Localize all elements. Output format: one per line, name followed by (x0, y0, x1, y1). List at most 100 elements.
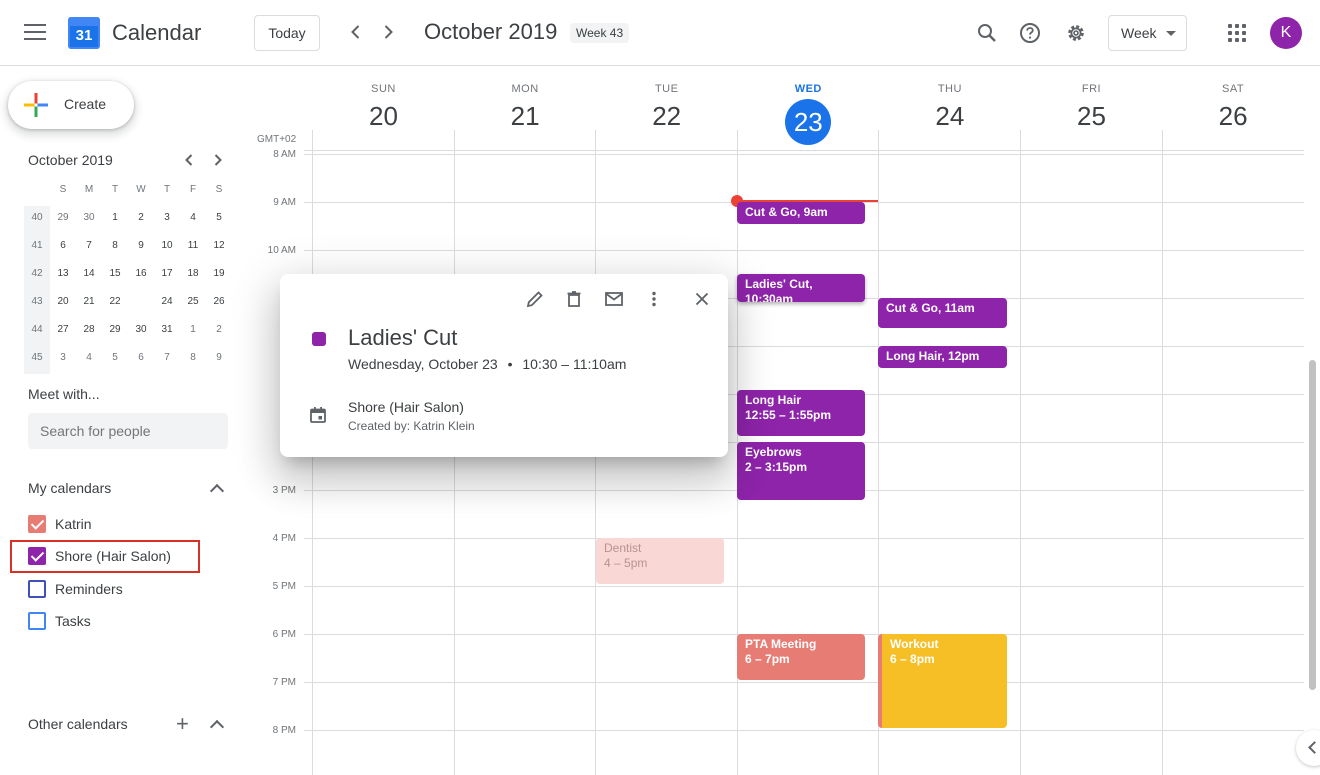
day-number[interactable]: 25 (1021, 103, 1162, 129)
mini-day[interactable]: 19 (206, 262, 232, 290)
mini-day[interactable]: 4 (76, 346, 102, 374)
collapse-my-calendars-icon[interactable] (209, 483, 225, 499)
mini-day[interactable]: 11 (180, 234, 206, 262)
event-cut-go-thu[interactable]: Cut & Go, 11am (878, 298, 1007, 328)
edit-pencil-icon[interactable] (524, 288, 546, 310)
mini-day[interactable]: 8 (102, 234, 128, 262)
mini-day[interactable]: 2 (128, 206, 154, 234)
add-other-calendar-icon[interactable]: + (176, 713, 189, 735)
mini-week-number[interactable]: 40 (24, 206, 50, 234)
mini-day[interactable]: 30 (76, 206, 102, 234)
collapse-other-calendars-icon[interactable] (209, 719, 225, 735)
day-header-wed[interactable]: WED 23 (738, 83, 879, 145)
settings-gear-icon[interactable] (1065, 22, 1087, 44)
mini-prev-month-icon[interactable] (182, 151, 196, 174)
day-header-thu[interactable]: THU 24 (879, 83, 1020, 129)
next-week-icon[interactable] (378, 22, 398, 47)
mini-day[interactable]: 3 (154, 206, 180, 234)
event-long-hair-wed[interactable]: Long Hair 12:55 – 1:55pm (737, 390, 865, 436)
mini-day[interactable]: 5 (102, 346, 128, 374)
calendar-checkbox[interactable] (28, 612, 46, 630)
mini-day[interactable]: 18 (180, 262, 206, 290)
account-avatar[interactable]: K (1270, 17, 1302, 49)
event-pta-meeting[interactable]: PTA Meeting 6 – 7pm (737, 634, 865, 680)
mini-day[interactable]: 9 (128, 234, 154, 262)
day-number[interactable]: 20 (313, 103, 454, 129)
mini-day[interactable]: 20 (50, 290, 76, 318)
day-header-fri[interactable]: FRI 25 (1021, 83, 1162, 129)
mini-day[interactable]: 4 (180, 206, 206, 234)
mini-day[interactable]: 13 (50, 262, 76, 290)
mini-day[interactable]: 24 (154, 290, 180, 318)
calendar-checkbox[interactable] (28, 515, 46, 533)
mini-day[interactable]: 8 (180, 346, 206, 374)
event-long-hair-thu[interactable]: Long Hair, 12pm (878, 346, 1007, 368)
mini-day[interactable]: 15 (102, 262, 128, 290)
main-menu-icon[interactable] (24, 24, 46, 42)
help-icon[interactable] (1019, 22, 1041, 44)
mini-week-number[interactable]: 41 (24, 234, 50, 262)
mini-day[interactable]: 22 (102, 290, 128, 318)
prev-week-icon[interactable] (346, 22, 366, 47)
event-workout[interactable]: Workout 6 – 8pm (878, 634, 1007, 728)
mini-day[interactable]: 9 (206, 346, 232, 374)
day-header-sat[interactable]: SAT 26 (1163, 83, 1304, 129)
mini-day[interactable]: 5 (206, 206, 232, 234)
mini-day[interactable]: 1 (102, 206, 128, 234)
mini-day[interactable]: 12 (206, 234, 232, 262)
event-eyebrows[interactable]: Eyebrows 2 – 3:15pm (737, 442, 865, 500)
day-header-tue[interactable]: TUE 22 (596, 83, 737, 129)
day-number[interactable]: 24 (879, 103, 1020, 129)
more-options-icon[interactable] (643, 288, 665, 310)
mini-week-number[interactable]: 42 (24, 262, 50, 290)
event-dentist[interactable]: Dentist 4 – 5pm (596, 538, 724, 584)
mini-day[interactable]: 10 (154, 234, 180, 262)
create-button[interactable]: Create (8, 81, 134, 129)
mini-week-number[interactable]: 45 (24, 346, 50, 374)
mini-day[interactable]: 14 (76, 262, 102, 290)
event-ladies-cut-wed[interactable]: Ladies' Cut, 10:30am (737, 274, 865, 302)
calendar-checkbox[interactable] (28, 580, 46, 598)
delete-trash-icon[interactable] (563, 288, 585, 310)
mini-day[interactable]: 29 (102, 318, 128, 346)
mini-day[interactable]: 2 (206, 318, 232, 346)
mini-day[interactable]: 16 (128, 262, 154, 290)
google-apps-icon[interactable] (1228, 24, 1246, 42)
mini-next-month-icon[interactable] (211, 151, 225, 174)
mini-day[interactable]: 27 (50, 318, 76, 346)
day-header-mon[interactable]: MON 21 (455, 83, 596, 129)
mini-day[interactable]: 7 (76, 234, 102, 262)
mini-day[interactable]: 28 (76, 318, 102, 346)
event-title: Ladies' Cut (348, 325, 458, 350)
mini-day[interactable]: 26 (206, 290, 232, 318)
day-header-sun[interactable]: SUN 20 (313, 83, 454, 129)
day-number[interactable]: 21 (455, 103, 596, 129)
vertical-scrollbar[interactable] (1309, 360, 1316, 690)
mini-day[interactable]: 3 (50, 346, 76, 374)
mini-day[interactable]: 29 (50, 206, 76, 234)
search-icon[interactable] (976, 22, 998, 44)
day-number[interactable]: 22 (596, 103, 737, 129)
mini-day[interactable]: 17 (154, 262, 180, 290)
mini-day[interactable]: 6 (128, 346, 154, 374)
search-people-input[interactable] (28, 413, 228, 449)
mini-week-number[interactable]: 44 (24, 318, 50, 346)
mini-day[interactable]: 25 (180, 290, 206, 318)
day-number[interactable]: 23 (785, 99, 832, 145)
mini-calendar: S M T W T F S 40 29 30 1 2 3 4 5 41 6 7 8 9 10 11 12 42 13 14 15 16… (24, 178, 232, 374)
mini-day[interactable]: 1 (180, 318, 206, 346)
close-icon[interactable] (691, 288, 713, 310)
mini-week-number[interactable]: 43 (24, 290, 50, 318)
mini-day[interactable]: 7 (154, 346, 180, 374)
mini-day[interactable]: 23 (128, 290, 154, 318)
event-cut-go-wed[interactable]: Cut & Go, 9am (737, 202, 865, 224)
mini-day[interactable]: 31 (154, 318, 180, 346)
mini-day[interactable]: 6 (50, 234, 76, 262)
view-selector-dropdown[interactable]: Week (1108, 15, 1187, 51)
day-number[interactable]: 26 (1163, 103, 1304, 129)
today-button[interactable]: Today (254, 15, 320, 51)
mini-day[interactable]: 21 (76, 290, 102, 318)
mini-day[interactable]: 30 (128, 318, 154, 346)
email-guests-icon[interactable] (603, 288, 625, 310)
side-panel-toggle[interactable] (1296, 730, 1320, 766)
